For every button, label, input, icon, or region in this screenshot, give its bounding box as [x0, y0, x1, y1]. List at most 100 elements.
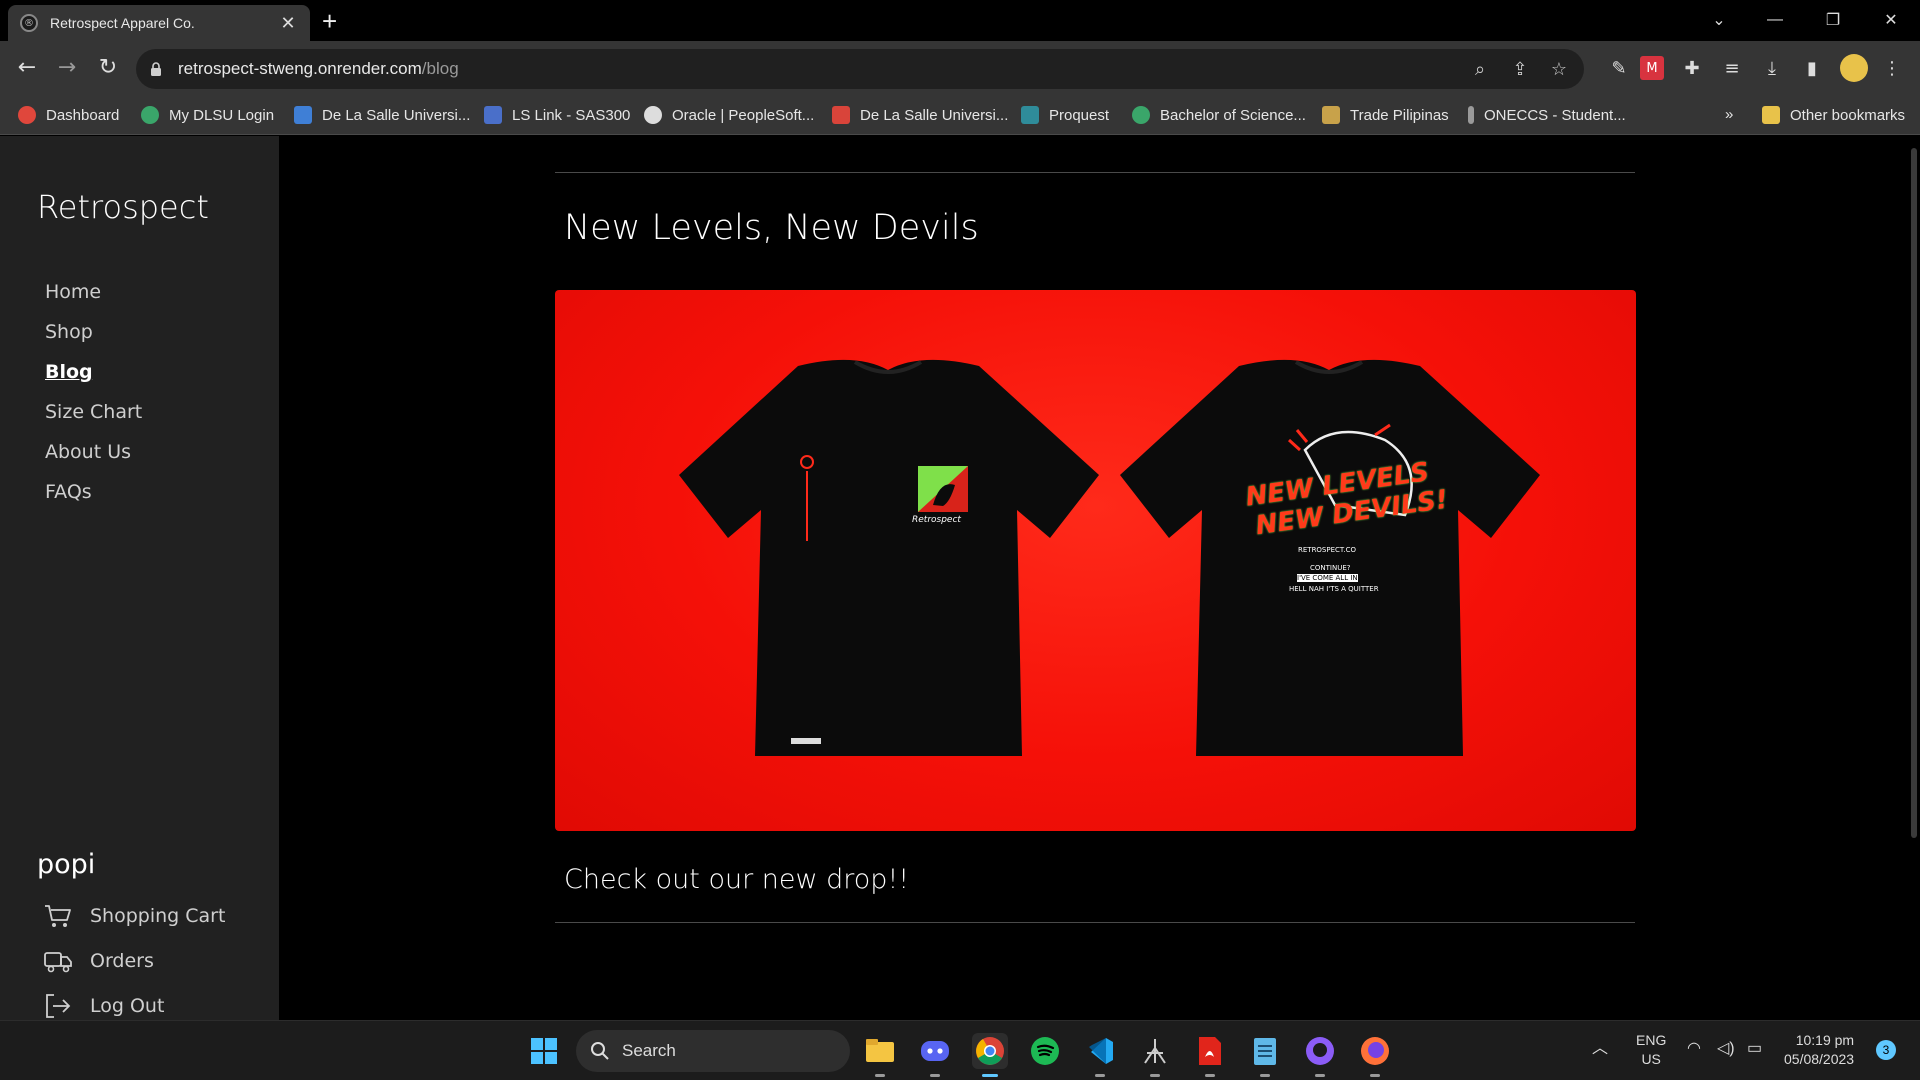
site-favicon-icon: ® [20, 14, 38, 32]
notepad-button[interactable] [1247, 1033, 1283, 1077]
bookmarks-overflow-button[interactable]: » [1725, 106, 1733, 123]
network-app-button[interactable] [1137, 1033, 1173, 1077]
nav-faqs[interactable]: FAQs [45, 481, 92, 503]
nav-size-chart[interactable]: Size Chart [45, 401, 142, 423]
new-tab-button[interactable]: + [322, 6, 337, 37]
active-indicator [982, 1074, 998, 1077]
running-indicator [1095, 1074, 1105, 1077]
shopping-cart-link[interactable]: Shopping Cart [44, 903, 225, 929]
page-viewport: Retrospect Home Shop Blog Size Chart Abo… [0, 136, 1920, 1020]
oneccs-bookmark-icon [1468, 106, 1474, 124]
tab-title: Retrospect Apparel Co. [50, 15, 195, 31]
nav-about-us[interactable]: About Us [45, 441, 131, 463]
search-icon [591, 1042, 609, 1060]
bookmark-item[interactable]: Oracle | PeopleSoft... [644, 106, 814, 124]
firefox-button[interactable] [1357, 1033, 1393, 1077]
close-window-button[interactable]: ✕ [1871, 0, 1911, 40]
nav-blog[interactable]: Blog [45, 361, 93, 383]
bookmarks-bar: Dashboard My DLSU Login De La Salle Univ… [0, 97, 1920, 135]
back-button[interactable]: ← [12, 55, 42, 80]
bookmark-item[interactable]: Bachelor of Science... [1132, 106, 1306, 124]
nav-shop[interactable]: Shop [45, 321, 93, 343]
side-panel-icon[interactable]: ▮ [1800, 56, 1824, 80]
logout-icon [46, 994, 71, 1018]
extension-red-icon[interactable]: M [1640, 56, 1664, 80]
media-queue-icon[interactable]: ≡ [1720, 56, 1744, 80]
sidebar: Retrospect Home Shop Blog Size Chart Abo… [0, 136, 279, 1020]
forward-button[interactable]: → [52, 55, 82, 80]
start-icon [531, 1038, 557, 1064]
bookmark-item[interactable]: My DLSU Login [141, 106, 274, 124]
acrobat-button[interactable] [1192, 1033, 1228, 1077]
volume-icon[interactable]: ◁) [1717, 1039, 1735, 1058]
input-language-indicator[interactable]: ENG US [1636, 1031, 1666, 1069]
bookmark-item[interactable]: Proquest [1021, 106, 1109, 124]
running-indicator [1260, 1074, 1270, 1077]
back-print-line-2: I'VE COME ALL IN [1297, 574, 1358, 582]
minimize-button[interactable]: — [1755, 0, 1795, 40]
chrome-icon [976, 1037, 1004, 1065]
profile-avatar[interactable] [1840, 54, 1868, 82]
dlsu-bookmark-icon [1132, 106, 1150, 124]
file-explorer-icon [866, 1039, 894, 1062]
other-bookmarks-folder[interactable]: Other bookmarks [1762, 106, 1905, 124]
logout-link[interactable]: Log Out [44, 993, 164, 1019]
scrollbar-thumb[interactable] [1911, 148, 1917, 838]
download-icon[interactable]: ⤓ [1760, 56, 1784, 80]
file-explorer-button[interactable] [862, 1033, 898, 1077]
calendar-bookmark-icon [294, 106, 312, 124]
proquest-bookmark-icon [1021, 106, 1039, 124]
tab-search-chevron-icon[interactable]: ⌄ [1699, 0, 1739, 40]
battery-icon[interactable]: ▭ [1747, 1039, 1762, 1058]
bookmark-item[interactable]: Dashboard [18, 106, 119, 124]
bookmark-item[interactable]: De La Salle Universi... [294, 106, 470, 124]
back-print-line-1: CONTINUE? [1310, 564, 1351, 572]
cart-icon [45, 905, 71, 927]
clock[interactable]: 10:19 pm 05/08/2023 [1784, 1031, 1854, 1069]
search-label: Search [622, 1041, 676, 1060]
start-button[interactable] [526, 1033, 562, 1069]
browser-tab-strip: ® Retrospect Apparel Co. ✕ + ⌄ — ❐ ✕ [0, 0, 1920, 41]
network-app-icon [1144, 1039, 1166, 1064]
truck-icon [44, 952, 72, 973]
running-indicator [875, 1074, 885, 1077]
bookmark-item[interactable]: Trade Pilipinas [1322, 106, 1449, 124]
zoom-icon[interactable]: ⌕ [1468, 59, 1492, 80]
firefox-icon [1361, 1037, 1389, 1065]
lock-icon [151, 62, 161, 76]
address-bar[interactable]: retrospect-stweng.onrender.com/blog ⌕ ⇪ … [136, 49, 1584, 89]
windows-taskbar: Search ︿ ENG US ◠ ◁) ▭ 10:19 pm 05/08/2023… [0, 1020, 1920, 1080]
bookmark-item[interactable]: LS Link - SAS300 [484, 106, 630, 124]
restore-button[interactable]: ❐ [1813, 0, 1853, 40]
gmail-bookmark-icon [832, 106, 850, 124]
discord-button[interactable] [917, 1033, 953, 1077]
taskbar-search[interactable]: Search [576, 1030, 850, 1072]
extension-pen-icon[interactable]: ✎ [1607, 56, 1631, 80]
extensions-puzzle-icon[interactable]: ✚ [1680, 56, 1704, 80]
front-print-brand: Retrospect [912, 515, 961, 525]
discord-icon [921, 1041, 949, 1061]
menu-kebab-icon[interactable]: ⋮ [1880, 56, 1904, 80]
bookmark-item[interactable]: De La Salle Universi... [832, 106, 1008, 124]
url-text: retrospect-stweng.onrender.com/blog [178, 59, 459, 78]
running-indicator [1370, 1074, 1380, 1077]
running-indicator [1150, 1074, 1160, 1077]
browser-tab[interactable]: ® Retrospect Apparel Co. ✕ [8, 5, 310, 41]
bookmark-item[interactable]: ONECCS - Student... [1468, 106, 1626, 124]
post-caption: Check out our new drop!! [564, 864, 910, 895]
close-tab-icon[interactable]: ✕ [278, 13, 298, 34]
share-icon[interactable]: ⇪ [1508, 59, 1532, 80]
notification-badge[interactable]: 3 [1876, 1040, 1896, 1060]
chrome-button[interactable] [972, 1033, 1008, 1077]
orders-link[interactable]: Orders [44, 948, 154, 974]
github-desktop-button[interactable] [1302, 1033, 1338, 1077]
brand-logo[interactable]: Retrospect [37, 188, 209, 226]
running-indicator [1205, 1074, 1215, 1077]
nav-home[interactable]: Home [45, 281, 101, 303]
wifi-icon[interactable]: ◠ [1687, 1039, 1701, 1058]
vscode-button[interactable] [1082, 1033, 1118, 1077]
bookmark-star-icon[interactable]: ☆ [1547, 59, 1571, 80]
reload-button[interactable]: ↻ [93, 55, 123, 80]
show-hidden-icons-chevron-icon[interactable]: ︿ [1592, 1039, 1608, 1058]
spotify-button[interactable] [1027, 1033, 1063, 1069]
